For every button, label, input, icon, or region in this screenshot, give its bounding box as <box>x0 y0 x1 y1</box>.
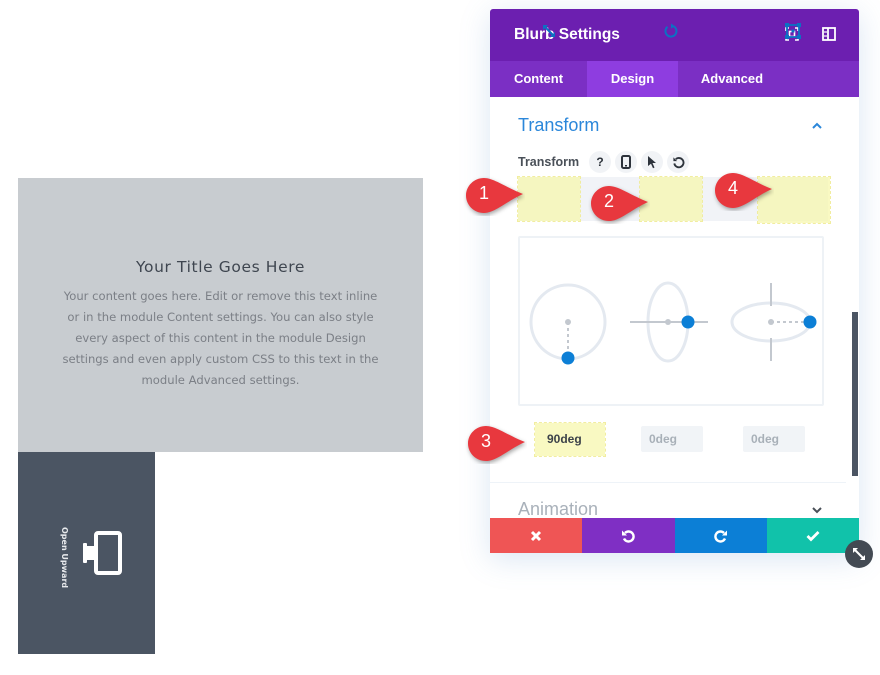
scale-icon <box>543 25 555 37</box>
scale-tab[interactable] <box>518 9 580 53</box>
rotate-z-handle <box>561 351 575 365</box>
transform-section-title[interactable]: Transform <box>518 115 599 136</box>
rotate-axis-dials <box>529 281 817 365</box>
undo-icon <box>622 529 636 543</box>
chevron-down-icon[interactable] <box>810 505 824 515</box>
tab-advanced[interactable]: Advanced <box>678 61 786 97</box>
panel-footer <box>490 518 859 553</box>
rotate-x-dial <box>630 281 708 363</box>
blurb-module[interactable]: Your Title Goes Here Your content goes h… <box>18 178 423 452</box>
help-icon: ? <box>596 155 604 169</box>
tab-content[interactable]: Content <box>490 61 587 97</box>
panel-scrollbar[interactable] <box>852 312 858 476</box>
tab-design[interactable]: Design <box>587 61 678 97</box>
translate-tab[interactable] <box>579 9 641 53</box>
rotate-y-handle <box>803 315 817 329</box>
transform-field-label: Transform <box>518 155 580 169</box>
rotate-x-input[interactable] <box>641 426 703 452</box>
responsive-phone-icon <box>621 155 631 169</box>
skew-tab[interactable] <box>701 9 763 53</box>
redo-button[interactable] <box>674 518 767 553</box>
resize-icon <box>853 548 865 560</box>
rotate-z-dial <box>529 283 607 365</box>
rotate-z-input[interactable] <box>539 426 601 452</box>
annotation-number: 3 <box>480 431 491 451</box>
check-icon <box>806 530 820 541</box>
settings-panel: Blurb Settings Content Design Advanced T… <box>490 9 859 553</box>
discard-button[interactable] <box>490 518 583 553</box>
hover-cursor-icon <box>648 156 656 169</box>
highlight-scale-tab <box>517 176 581 222</box>
undo-button[interactable] <box>582 518 675 553</box>
responsive-button[interactable] <box>615 151 637 173</box>
rotate-tab[interactable] <box>640 9 702 53</box>
rotate-y-input[interactable] <box>743 426 805 452</box>
annotation-marker: 3 <box>465 424 527 464</box>
close-icon <box>531 530 542 541</box>
annotation-number: 1 <box>478 183 489 203</box>
section-divider <box>490 482 846 483</box>
reset-button[interactable] <box>667 151 689 173</box>
rotate-y-dial <box>730 283 817 361</box>
annotation-number: 4 <box>727 178 738 198</box>
redo-icon <box>713 529 727 543</box>
origin-tab[interactable] <box>762 9 824 53</box>
hover-button[interactable] <box>641 151 663 173</box>
annotation-marker: 2 <box>588 184 650 224</box>
help-button[interactable]: ? <box>589 151 611 173</box>
annotation-marker: 1 <box>463 176 525 216</box>
rotate-preview <box>518 236 824 406</box>
chevron-up-icon[interactable] <box>810 119 824 133</box>
annotation-number: 2 <box>603 191 614 211</box>
animation-section-title[interactable]: Animation <box>518 499 598 520</box>
annotation-marker: 4 <box>712 171 774 211</box>
panel-resize-handle[interactable] <box>845 540 873 568</box>
panel-tabs: Content Design Advanced <box>490 61 859 97</box>
origin-icon <box>785 23 801 39</box>
blurb-body: Your content goes here. Edit or remove t… <box>62 289 379 387</box>
reset-icon <box>672 156 684 168</box>
rotate-x-handle <box>681 315 695 329</box>
blurb-title: Your Title Goes Here <box>136 258 305 276</box>
monitor-icon <box>83 531 122 575</box>
open-upward-label: Open Upward <box>60 527 69 589</box>
rotate-icon <box>664 23 678 38</box>
